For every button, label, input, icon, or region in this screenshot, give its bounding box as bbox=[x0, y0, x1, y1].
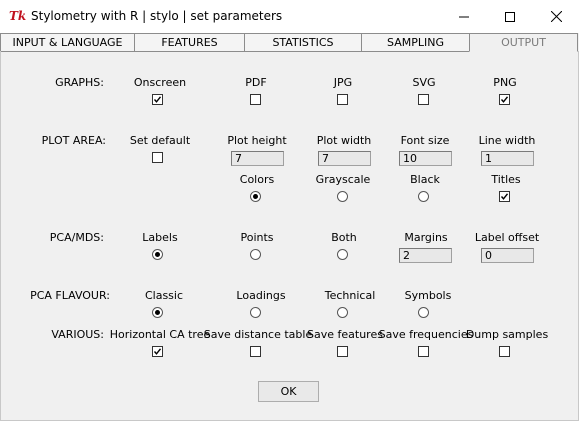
title-bar: Tk Stylometry with R | stylo | set param… bbox=[0, 0, 579, 33]
labels-radio[interactable] bbox=[152, 249, 163, 260]
pca-flavour-label: PCA FLAVOUR: bbox=[30, 289, 110, 302]
svg-checkbox[interactable] bbox=[418, 94, 429, 105]
both-option-label: Both bbox=[331, 231, 357, 244]
close-button[interactable] bbox=[533, 0, 579, 33]
dump-samples-label: Dump samples bbox=[465, 328, 549, 341]
symbols-radio[interactable] bbox=[418, 307, 429, 318]
loadings-label: Loadings bbox=[236, 289, 286, 302]
dump-samples-checkbox[interactable] bbox=[499, 346, 510, 357]
save-features-label: Save features bbox=[307, 328, 383, 341]
png-checkbox[interactable] bbox=[499, 94, 510, 105]
classic-radio[interactable] bbox=[152, 307, 163, 318]
svg-label: SVG bbox=[412, 76, 436, 89]
tab-bar: INPUT & LANGUAGE FEATURES STATISTICS SAM… bbox=[0, 33, 579, 52]
various-label: VARIOUS: bbox=[51, 328, 104, 341]
horizontal-ca-tree-checkbox[interactable] bbox=[152, 346, 163, 357]
tab-statistics[interactable]: STATISTICS bbox=[244, 33, 362, 52]
line-width-label: Line width bbox=[478, 134, 536, 147]
set-default-checkbox[interactable] bbox=[152, 152, 163, 163]
titles-label: Titles bbox=[491, 173, 521, 186]
checkmark-icon bbox=[500, 96, 509, 103]
tk-app-icon: Tk bbox=[9, 9, 27, 23]
tab-features[interactable]: FEATURES bbox=[134, 33, 245, 52]
classic-label: Classic bbox=[144, 289, 184, 302]
colors-label: Colors bbox=[239, 173, 275, 186]
technical-label: Technical bbox=[324, 289, 376, 302]
both-radio[interactable] bbox=[337, 249, 348, 260]
plot-height-input[interactable]: 7 bbox=[231, 151, 284, 166]
line-width-input[interactable]: 1 bbox=[481, 151, 534, 166]
titles-checkbox[interactable] bbox=[499, 191, 510, 202]
plot-height-label: Plot height bbox=[227, 134, 287, 147]
labels-option-label: Labels bbox=[142, 231, 178, 244]
set-default-label: Set default bbox=[129, 134, 191, 147]
plot-area-label: PLOT AREA: bbox=[41, 134, 106, 147]
symbols-label: Symbols bbox=[404, 289, 452, 302]
tab-output[interactable]: OUTPUT bbox=[469, 33, 578, 52]
pca-mds-label: PCA/MDS: bbox=[49, 231, 104, 244]
technical-radio[interactable] bbox=[337, 307, 348, 318]
jpg-label: JPG bbox=[333, 76, 353, 89]
colors-radio[interactable] bbox=[250, 191, 261, 202]
plot-width-input[interactable]: 7 bbox=[318, 151, 371, 166]
plot-width-label: Plot width bbox=[316, 134, 372, 147]
grayscale-label: Grayscale bbox=[315, 173, 371, 186]
minimize-button[interactable] bbox=[441, 0, 487, 33]
save-distance-table-checkbox[interactable] bbox=[250, 346, 261, 357]
checkmark-icon bbox=[153, 348, 162, 355]
loadings-radio[interactable] bbox=[250, 307, 261, 318]
font-size-input[interactable]: 10 bbox=[399, 151, 452, 166]
tab-input-language[interactable]: INPUT & LANGUAGE bbox=[0, 33, 135, 52]
points-radio[interactable] bbox=[250, 249, 261, 260]
label-offset-input[interactable]: 0 bbox=[481, 248, 534, 263]
onscreen-label: Onscreen bbox=[133, 76, 187, 89]
tab-sampling[interactable]: SAMPLING bbox=[361, 33, 470, 52]
margins-input[interactable]: 2 bbox=[399, 248, 452, 263]
save-features-checkbox[interactable] bbox=[337, 346, 348, 357]
black-radio[interactable] bbox=[418, 191, 429, 202]
maximize-button[interactable] bbox=[487, 0, 533, 33]
graphs-label: GRAPHS: bbox=[55, 76, 104, 89]
horizontal-ca-tree-label: Horizontal CA tree bbox=[109, 328, 211, 341]
pdf-label: PDF bbox=[245, 76, 267, 89]
label-offset-label: Label offset bbox=[474, 231, 540, 244]
checkmark-icon bbox=[153, 96, 162, 103]
png-label: PNG bbox=[493, 76, 517, 89]
grayscale-radio[interactable] bbox=[337, 191, 348, 202]
close-icon bbox=[550, 11, 562, 22]
ok-button[interactable]: OK bbox=[258, 381, 319, 402]
checkmark-icon bbox=[500, 193, 509, 200]
points-option-label: Points bbox=[240, 231, 274, 244]
pdf-checkbox[interactable] bbox=[250, 94, 261, 105]
font-size-label: Font size bbox=[400, 134, 450, 147]
save-distance-table-label: Save distance table bbox=[203, 328, 313, 341]
onscreen-checkbox[interactable] bbox=[152, 94, 163, 105]
margins-label: Margins bbox=[404, 231, 448, 244]
jpg-checkbox[interactable] bbox=[337, 94, 348, 105]
window-title: Stylometry with R | stylo | set paramete… bbox=[31, 9, 283, 23]
minimize-icon bbox=[459, 16, 469, 17]
black-label: Black bbox=[410, 173, 440, 186]
maximize-icon bbox=[505, 11, 515, 22]
save-frequencies-checkbox[interactable] bbox=[418, 346, 429, 357]
save-frequencies-label: Save frequencies bbox=[378, 328, 474, 341]
